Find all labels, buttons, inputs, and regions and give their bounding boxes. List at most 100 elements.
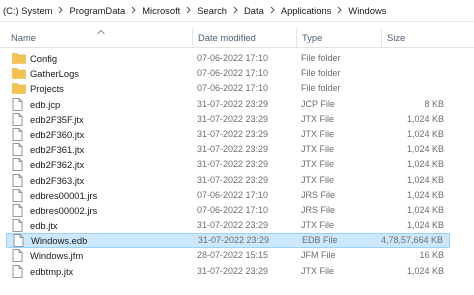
file-date-modified: 31-07-2022 23:29 bbox=[197, 98, 269, 109]
file-list: Config 07-06-2022 17:10 File folder GatherL… bbox=[0, 51, 474, 279]
file-size: 1,024 KB bbox=[406, 265, 444, 276]
file-size: 8 KB bbox=[424, 98, 444, 109]
file-date-modified: 31-07-2022 23:29 bbox=[197, 220, 269, 231]
file-size: 1,024 KB bbox=[406, 220, 444, 231]
breadcrumb-item[interactable]: (C:) System bbox=[2, 5, 53, 16]
column-header-row: Name Date modified Type Size bbox=[0, 28, 474, 48]
file-type: JTX File bbox=[301, 113, 335, 124]
breadcrumb-item[interactable]: Windows bbox=[347, 5, 387, 16]
file-row[interactable]: Config 07-06-2022 17:10 File folder bbox=[6, 51, 450, 66]
file-size: 1,024 KB bbox=[406, 174, 444, 185]
file-type: File folder bbox=[301, 68, 341, 79]
file-icon bbox=[12, 112, 26, 126]
file-date-modified: 07-06-2022 17:10 bbox=[197, 53, 269, 63]
file-row[interactable]: edbres00001.jrs 07-06-2022 17:10 JRS File 1… bbox=[6, 188, 450, 203]
file-icon bbox=[12, 203, 26, 217]
folder-icon bbox=[12, 67, 26, 80]
file-type: JCP File bbox=[301, 98, 335, 109]
breadcrumb-item[interactable]: Microsoft bbox=[141, 5, 181, 16]
file-date-modified: 07-06-2022 17:10 bbox=[197, 68, 269, 79]
file-row[interactable]: Projects 07-06-2022 17:10 File folder bbox=[6, 81, 450, 96]
file-type: JFM File bbox=[301, 250, 336, 261]
file-type: File folder bbox=[301, 53, 341, 63]
file-icon bbox=[12, 97, 26, 111]
file-date-modified: 31-07-2022 23:29 bbox=[197, 144, 269, 155]
file-icon bbox=[12, 264, 26, 278]
column-header-name-label: Name bbox=[11, 32, 37, 43]
file-size: 1,024 KB bbox=[406, 159, 444, 170]
file-date-modified: 31-07-2022 23:29 bbox=[197, 265, 269, 276]
file-type: JTX File bbox=[301, 220, 335, 231]
chevron-right-icon[interactable] bbox=[332, 6, 347, 16]
file-row[interactable]: edbres00002.jrs 07-06-2022 17:10 JRS File 1… bbox=[6, 203, 450, 218]
file-row[interactable]: edb2F360.jtx 31-07-2022 23:29 JTX File 1,02… bbox=[6, 127, 450, 142]
file-name: edbres00001.jrs bbox=[30, 189, 98, 201]
chevron-right-icon[interactable] bbox=[53, 6, 68, 16]
file-type: JTX File bbox=[301, 128, 335, 139]
file-type: JRS File bbox=[301, 189, 336, 200]
breadcrumb-item[interactable]: Search bbox=[196, 5, 228, 16]
file-name: Windows.jfm bbox=[30, 250, 84, 262]
file-row[interactable]: GatherLogs 07-06-2022 17:10 File folder bbox=[6, 66, 450, 81]
file-name: edb2F35F.jtx bbox=[30, 113, 84, 125]
file-icon bbox=[12, 158, 26, 172]
file-name: Projects bbox=[30, 83, 64, 95]
file-size: 1,024 KB bbox=[406, 144, 444, 155]
chevron-right-icon[interactable] bbox=[181, 6, 196, 16]
column-header-date-label: Date modified bbox=[198, 32, 256, 43]
chevron-right-icon[interactable] bbox=[126, 6, 141, 16]
file-date-modified: 07-06-2022 17:10 bbox=[197, 83, 269, 94]
file-name: edb2F361.jtx bbox=[30, 144, 85, 156]
file-row[interactable]: edb2F363.jtx 31-07-2022 23:29 JTX File 1,02… bbox=[6, 173, 450, 188]
file-type: File folder bbox=[301, 83, 341, 94]
sort-ascending-caret-icon bbox=[97, 29, 105, 37]
file-name: edb.jcp bbox=[30, 98, 61, 110]
file-row[interactable]: edb2F35F.jtx 31-07-2022 23:29 JTX File 1,02… bbox=[6, 112, 450, 127]
file-type: JTX File bbox=[301, 144, 335, 155]
file-icon bbox=[13, 234, 27, 248]
file-row-selected[interactable]: Windows.edb 31-07-2022 23:29 EDB File 4,78,… bbox=[6, 233, 450, 249]
folder-icon bbox=[12, 82, 26, 95]
file-icon bbox=[12, 188, 26, 202]
column-header-date-modified[interactable]: Date modified bbox=[192, 28, 294, 47]
file-icon bbox=[12, 219, 26, 232]
file-type: EDB File bbox=[302, 235, 338, 246]
file-date-modified: 07-06-2022 17:10 bbox=[197, 204, 269, 215]
file-size: 1,024 KB bbox=[406, 128, 444, 139]
file-name: Config bbox=[30, 53, 58, 64]
breadcrumb-item[interactable]: ProgramData bbox=[68, 5, 126, 16]
file-date-modified: 31-07-2022 23:29 bbox=[197, 113, 269, 124]
file-icon bbox=[12, 173, 26, 187]
file-name: edbtmp.jtx bbox=[30, 265, 74, 277]
file-row[interactable]: edb2F362.jtx 31-07-2022 23:29 JTX File 1,02… bbox=[6, 157, 450, 172]
file-size: 4,78,57,664 KB bbox=[380, 235, 443, 246]
file-name: GatherLogs bbox=[30, 68, 79, 80]
breadcrumb-item[interactable]: Applications bbox=[280, 5, 333, 16]
file-row[interactable]: edbtmp.jtx 31-07-2022 23:29 JTX File 1,024 … bbox=[6, 264, 450, 279]
file-date-modified: 31-07-2022 23:29 bbox=[197, 159, 269, 170]
file-row[interactable]: Windows.jfm 28-07-2022 15:15 JFM File 16 KB bbox=[6, 248, 450, 263]
chevron-right-icon[interactable] bbox=[265, 6, 280, 16]
file-row[interactable]: edb.jtx 31-07-2022 23:29 JTX File 1,024 KB bbox=[6, 218, 450, 233]
column-header-type-label: Type bbox=[302, 32, 323, 43]
address-bar[interactable]: (C:) System ProgramData Microsoft Search Dat… bbox=[0, 0, 474, 22]
column-header-size[interactable]: Size bbox=[381, 28, 474, 47]
file-date-modified: 31-07-2022 23:29 bbox=[197, 174, 269, 185]
breadcrumb-item[interactable]: Data bbox=[243, 5, 265, 16]
file-row[interactable]: edb.jcp 31-07-2022 23:29 JCP File 8 KB bbox=[6, 97, 450, 112]
file-name: Windows.edb bbox=[31, 235, 88, 247]
column-header-size-label: Size bbox=[387, 32, 406, 43]
column-header-type[interactable]: Type bbox=[296, 28, 380, 47]
folder-icon bbox=[12, 52, 26, 65]
file-size: 1,024 KB bbox=[406, 189, 444, 200]
file-name: edb.jtx bbox=[30, 220, 58, 232]
file-icon bbox=[12, 128, 26, 141]
file-date-modified: 31-07-2022 23:29 bbox=[198, 235, 270, 246]
file-name: edb2F360.jtx bbox=[30, 128, 85, 140]
file-icon bbox=[12, 143, 26, 157]
file-type: JTX File bbox=[301, 174, 335, 185]
file-name: edb2F362.jtx bbox=[30, 159, 85, 171]
chevron-right-icon[interactable] bbox=[228, 6, 243, 16]
file-row[interactable]: edb2F361.jtx 31-07-2022 23:29 JTX File 1,02… bbox=[6, 142, 450, 157]
file-type: JRS File bbox=[301, 204, 336, 215]
